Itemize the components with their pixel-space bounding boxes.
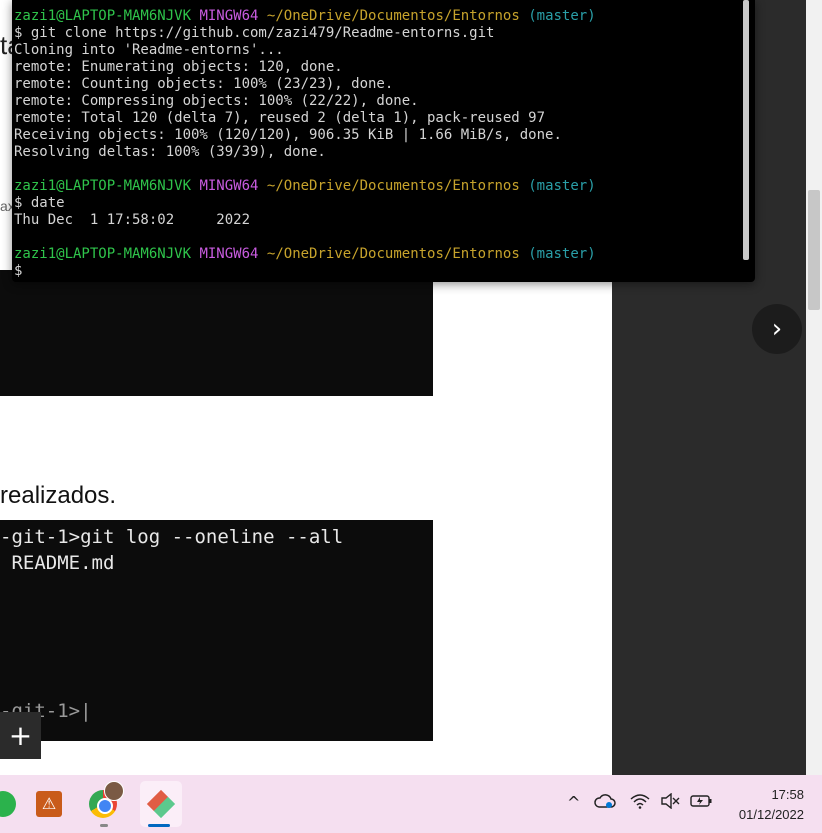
terminal-prompt-line: zazi1@LAPTOP-MAM6NJVK MINGW64 ~/OneDrive… — [14, 246, 596, 263]
terminal-output-line: $ date — [14, 195, 65, 211]
system-clock[interactable]: 17:58 01/12/2022 — [739, 785, 804, 825]
embedded-terminal-line: README.md — [0, 552, 115, 574]
chevron-right-icon: › — [771, 314, 783, 344]
terminal-prompt-line: zazi1@LAPTOP-MAM6NJVK MINGW64 ~/OneDrive… — [14, 8, 596, 25]
terminal-output-line: remote: Total 120 (delta 7), reused 2 (d… — [14, 110, 546, 126]
terminal-scrollbar[interactable] — [743, 0, 749, 260]
prompt-env: MINGW64 — [199, 178, 259, 194]
prompt-user: zazi1@LAPTOP-MAM6NJVK — [14, 178, 192, 194]
terminal-output-line: remote: Enumerating objects: 120, done. — [14, 59, 343, 75]
clock-time: 17:58 — [771, 787, 804, 802]
prompt-branch: (master) — [528, 178, 596, 194]
prompt-user: zazi1@LAPTOP-MAM6NJVK — [14, 246, 192, 262]
battery-charging-icon[interactable] — [690, 793, 712, 813]
volume-muted-icon[interactable] — [660, 792, 680, 813]
clock-date: 01/12/2022 — [738, 807, 804, 822]
terminal-prompt-line: zazi1@LAPTOP-MAM6NJVK MINGW64 ~/OneDrive… — [14, 178, 596, 195]
terminal-output-line: $ git clone https://github.com/zazi479/R… — [14, 25, 495, 41]
chrome-running-indicator — [100, 824, 108, 827]
prompt-branch: (master) — [528, 246, 596, 262]
page-scrollbar-thumb[interactable] — [808, 190, 820, 310]
terminal-output-line: Thu Dec 1 17:58:02 2022 — [14, 212, 251, 228]
prompt-path: ~/OneDrive/Documentos/Entornos — [266, 8, 520, 24]
git-app-active-indicator — [148, 824, 170, 827]
terminal-output-line: $ — [14, 263, 23, 279]
whatsapp-icon[interactable] — [0, 787, 20, 821]
prompt-env: MINGW64 — [199, 246, 259, 262]
onedrive-sync-icon[interactable] — [594, 793, 616, 813]
prompt-user: zazi1@LAPTOP-MAM6NJVK — [14, 8, 192, 24]
document-terminal-image-top — [0, 270, 433, 396]
wifi-icon[interactable] — [630, 793, 650, 813]
git-bash-terminal-window[interactable]: zazi1@LAPTOP-MAM6NJVK MINGW64 ~/OneDrive… — [12, 0, 755, 282]
page-scrollbar[interactable] — [806, 0, 822, 775]
terminal-output-line: Cloning into 'Readme-entorns'... — [14, 42, 284, 58]
tray-chevron-up-icon[interactable]: ^ — [567, 793, 580, 812]
document-terminal-image-bottom: -git-1>git log --oneline --all README.md… — [0, 520, 433, 741]
next-page-button[interactable]: › — [752, 304, 802, 354]
terminal-output-line: remote: Compressing objects: 100% (22/22… — [14, 93, 419, 109]
terminal-output-line: Receiving objects: 100% (120/120), 906.3… — [14, 127, 562, 143]
prompt-path: ~/OneDrive/Documentos/Entornos — [266, 178, 520, 194]
taskbar: ⚠ ^ 17:58 01/12/2022 — [0, 775, 822, 833]
terminal-output-line: remote: Counting objects: 100% (23/23), … — [14, 76, 394, 92]
add-button[interactable]: + — [0, 712, 41, 759]
prompt-env: MINGW64 — [199, 8, 259, 24]
git-app-icon[interactable] — [140, 781, 182, 827]
embedded-terminal-line: -git-1>git log --oneline --all — [0, 526, 344, 548]
chrome-profile-avatar — [104, 781, 124, 801]
terminal-output: zazi1@LAPTOP-MAM6NJVK MINGW64 ~/OneDrive… — [14, 8, 596, 280]
prompt-path: ~/OneDrive/Documentos/Entornos — [266, 246, 520, 262]
prompt-branch: (master) — [528, 8, 596, 24]
app-launcher-icon[interactable]: ⚠ — [32, 787, 66, 821]
terminal-output-line: Resolving deltas: 100% (39/39), done. — [14, 144, 326, 160]
document-text: realizados. — [0, 482, 117, 509]
